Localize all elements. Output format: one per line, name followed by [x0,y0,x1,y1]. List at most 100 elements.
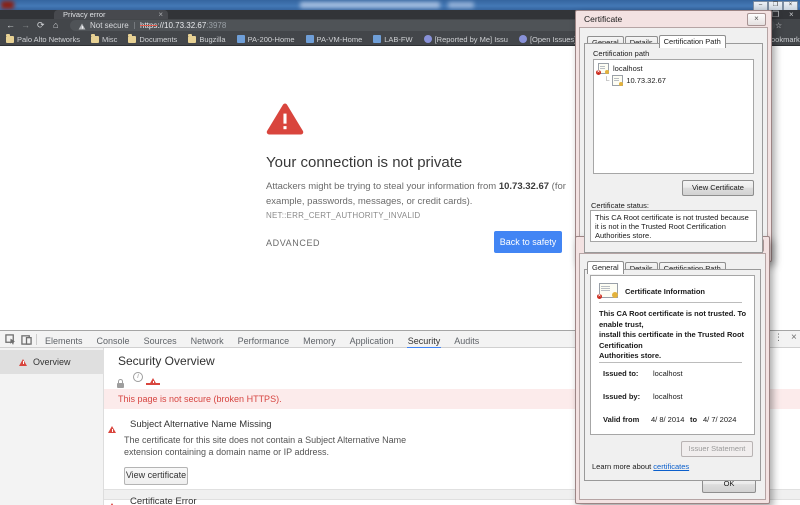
issued-by-label: Issued by: [603,392,640,401]
certificate-tree-box[interactable]: × localhost └ 10.73.32.67 [593,59,754,174]
warning-filter-underline [146,383,160,385]
error-text: Attackers might be trying to steal your … [266,181,499,192]
bookmark-item[interactable]: LAB-FW [373,35,412,44]
folder-icon [128,36,136,43]
tab-close-icon[interactable]: × [158,10,163,19]
forward-icon[interactable]: → [21,19,30,32]
folder-icon [188,36,196,43]
devtools-tab-performance[interactable]: Performance [231,333,297,349]
bookmarks-bar-items: Palo Alto Networks Misc Documents Bugzilla P… [6,32,650,46]
not-secure-label[interactable]: Not secure [90,20,129,31]
issuer-statement-button[interactable]: Issuer Statement [681,441,753,457]
info-line1: This CA Root certificate is not trusted.… [599,309,746,329]
bookmark-item[interactable]: [Reported by Me] Issu [424,35,508,44]
devtools-tab-security[interactable]: Security [401,333,448,349]
sidebar-item-overview[interactable]: Overview [0,350,104,374]
dialog-title: Certificate [584,14,622,24]
advanced-link[interactable]: ADVANCED [266,238,320,248]
devtools-tab-audits[interactable]: Audits [447,333,486,349]
info-filter-icon[interactable]: i [133,372,143,382]
view-certificate-dialog-button[interactable]: View Certificate [682,180,754,196]
untrusted-badge-icon: × [596,70,601,75]
browser-maximize-button[interactable]: ❐ [772,10,779,19]
tree-connector: └ [604,76,609,85]
certificates-link[interactable]: certificates [653,462,689,471]
bookmark-label: PA-VM-Home [317,35,363,44]
bookmark-label: Bugzilla [199,35,225,44]
dialog2-body: GeneralDetailsCertification Path × Certi… [579,253,766,500]
bugzilla-icon [519,35,527,43]
san-body-line1: The certificate for this site does not c… [124,435,406,445]
devtools-tab-elements[interactable]: Elements [38,333,90,349]
site-blue-icon [237,35,245,43]
devtools-tab-memory[interactable]: Memory [296,333,343,349]
site-blue-icon [306,35,314,43]
back-icon[interactable]: ← [6,19,15,32]
tree-child-label[interactable]: 10.73.32.67 [626,76,666,85]
certificate-status-box: This CA Root certificate is not trusted … [590,210,757,242]
bookmark-label: Misc [102,35,117,44]
url-host: ://10.73.32.67 [157,21,206,30]
site-blue-icon [373,35,381,43]
warning-triangle-icon [266,102,304,136]
san-missing-heading: Subject Alternative Name Missing [130,419,272,430]
screen: – ❐ × – ❐ × Privacy error × ← → ⟳ ⌂ ☆ No… [0,0,800,505]
browser-close-button[interactable]: × [789,10,794,19]
error-description: Attackers might be trying to steal your … [266,180,578,224]
certificate-information-heading: Certificate Information [625,287,705,296]
url-scheme: https [140,21,157,30]
inspect-element-icon[interactable] [5,334,16,345]
devtools-tab-application[interactable]: Application [343,333,401,349]
devtools-menu-icon[interactable]: ⋮ [774,332,783,343]
devtools-tab-console[interactable]: Console [90,333,137,349]
warning-filter-icon[interactable] [149,372,157,390]
bookmark-item[interactable]: PA-VM-Home [306,35,363,44]
devtools-tab-network[interactable]: Network [184,333,231,349]
certificate-info-icon: × [599,283,618,298]
error-host: 10.73.32.67 [499,181,549,192]
bookmark-star-icon[interactable]: ☆ [775,19,782,32]
bookmark-item[interactable]: Misc [91,35,117,44]
issued-to-label: Issued to: [603,369,638,378]
learn-more-prefix: Learn more about [592,462,653,471]
bookmark-item[interactable]: Bugzilla [188,35,225,44]
device-toolbar-icon[interactable] [21,334,32,345]
certificate-info-box: × Certificate Information This CA Root c… [590,275,755,435]
info-line2: install this certificate in the Trusted … [599,330,744,350]
learn-more-text: Learn more about certificates [592,462,689,471]
bookmark-item[interactable]: PA-200-Home [237,35,295,44]
devtools-tab-sources[interactable]: Sources [137,333,184,349]
not-trusted-message: This CA Root certificate is not trusted.… [599,309,754,362]
devtools-close-icon[interactable]: × [791,332,797,343]
bookmark-label: Palo Alto Networks [17,35,80,44]
browser-tab-privacy-error[interactable]: Privacy error × [54,10,168,19]
bookmark-item[interactable]: Documents [128,35,177,44]
issued-to-value: localhost [653,369,683,378]
tree-root-label[interactable]: localhost [613,64,643,73]
cert-error-warning-icon [108,497,116,505]
certificate-error-heading: Certificate Error [130,496,197,505]
view-certificate-button[interactable]: View certificate [124,467,188,485]
bookmark-label: LAB-FW [384,35,412,44]
reload-icon[interactable]: ⟳ [37,19,45,32]
certificate-status-label: Certificate status: [591,201,649,210]
tab2-general[interactable]: General [587,261,624,274]
bookmark-label: PA-200-Home [248,35,295,44]
other-bookmarks-label[interactable]: ookmarks [771,35,800,44]
home-icon[interactable]: ⌂ [53,19,58,32]
devtools-sidebar: Overview [0,348,104,505]
lock-filter-icon[interactable] [117,383,124,388]
redacted-window-title [300,2,440,8]
overview-warning-icon [19,359,27,366]
tab-title: Privacy error [63,10,106,19]
dialog-close-icon[interactable]: × [747,13,766,26]
certification-path-group-label: Certification path [593,49,649,58]
dialog-body: GeneralDetailsCertification Path Certifi… [579,27,768,258]
tab-certification-path[interactable]: Certification Path [659,35,726,48]
bookmark-item[interactable]: Palo Alto Networks [6,35,80,44]
overview-label: Overview [33,357,71,367]
back-to-safety-button[interactable]: Back to safety [494,231,562,253]
certification-path-tab-panel: Certification path × localhost └ 10.73.3… [584,43,763,253]
certificate-dialog-path: Certificate × GeneralDetailsCertificatio… [575,10,772,262]
error-code: NET::ERR_CERT_AUTHORITY_INVALID [266,211,420,220]
